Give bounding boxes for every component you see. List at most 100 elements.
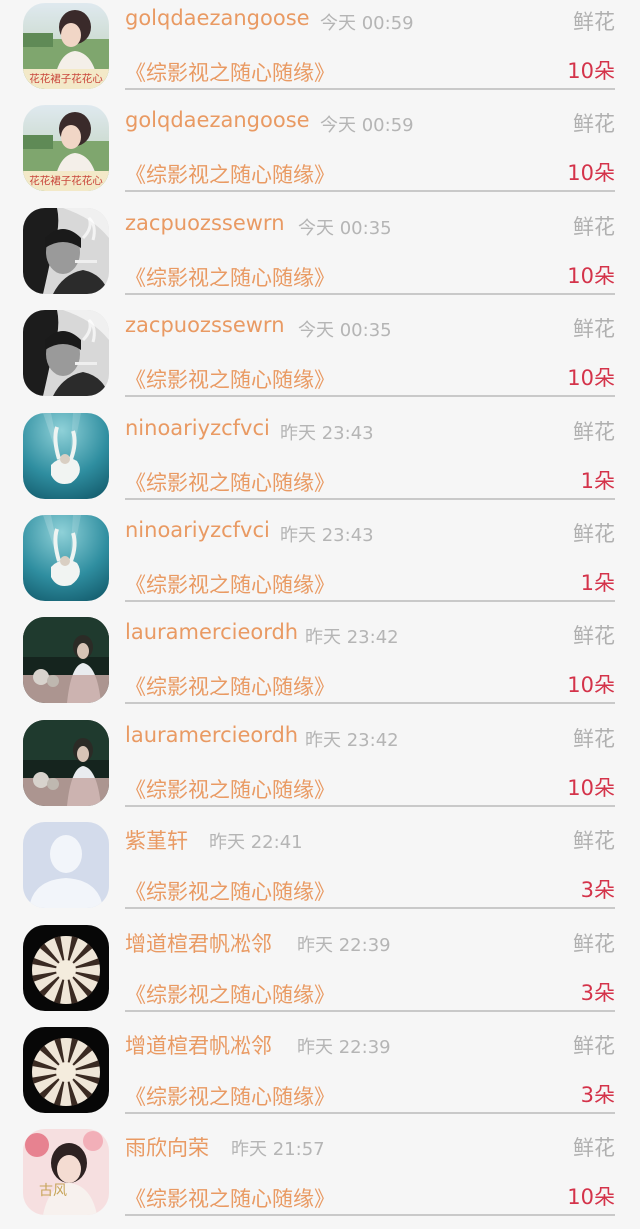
username-link[interactable]: 增道楦君帆凇邻 — [125, 928, 272, 958]
gift-record-row[interactable]: 花花裙子花花心 golqdaezangoose 今天 00:59 鲜花《综影视之随心… — [0, 0, 640, 102]
row-divider — [125, 804, 615, 807]
username-link[interactable]: zacpuozssewrn — [125, 313, 285, 337]
gift-type-label: 鲜花 — [573, 1136, 615, 1161]
gift-record-row[interactable]: 增道楦君帆凇邻 昨天 22:39 鲜花《综影视之随心随缘》 3朵 — [0, 1024, 640, 1126]
gift-record-row[interactable]: lauramercieordh 昨天 23:42 鲜花《综影视之随心随缘》 10朵 — [0, 717, 640, 819]
timestamp: 今天 00:59 — [320, 13, 414, 34]
gift-type-label: 鲜花 — [573, 214, 615, 239]
gift-type-label: 鲜花 — [573, 419, 615, 444]
gift-amount: 1朵 — [580, 570, 615, 595]
default-person-avatar[interactable] — [23, 822, 109, 909]
book-title-link[interactable]: 《综影视之随心随缘》 — [125, 57, 335, 87]
book-title-link[interactable]: 《综影视之随心随缘》 — [125, 876, 335, 906]
gift-type-label: 鲜花 — [573, 317, 615, 342]
gift-type-label: 鲜花 — [573, 112, 615, 137]
book-title-link[interactable]: 《综影视之随心随缘》 — [125, 364, 335, 394]
spiral-flower-avatar[interactable] — [23, 924, 109, 1011]
username-link[interactable]: ninoariyzcfvci — [125, 416, 270, 440]
username-link[interactable]: lauramercieordh — [125, 620, 298, 644]
gift-type-label: 鲜花 — [573, 931, 615, 956]
girl-park-avatar[interactable]: 花花裙子花花心 — [23, 3, 109, 89]
gift-record-row[interactable]: 紫堇轩 昨天 22:41 鲜花《综影视之随心随缘》 3朵 — [0, 819, 640, 921]
gift-amount: 10朵 — [567, 775, 615, 800]
gift-amount: 10朵 — [567, 366, 615, 391]
username-link[interactable]: golqdaezangoose — [125, 6, 310, 30]
timestamp: 昨天 22:41 — [209, 832, 303, 854]
svg-text:花花裙子花花心: 花花裙子花花心 — [29, 174, 103, 187]
gift-type-label: 鲜花 — [573, 829, 615, 854]
username-link[interactable]: 紫堇轩 — [125, 825, 188, 855]
gift-record-row[interactable]: zacpuozssewrn 今天 00:35 鲜花《综影视之随心随缘》 10朵 — [0, 307, 640, 409]
username-link[interactable]: 雨欣向荣 — [125, 1132, 209, 1162]
username-link[interactable]: golqdaezangoose — [125, 108, 310, 132]
timestamp: 今天 00:35 — [298, 320, 392, 342]
gift-record-row[interactable]: zacpuozssewrn 今天 00:35 鲜花《综影视之随心随缘》 10朵 — [0, 205, 640, 307]
book-title-link[interactable]: 《综影视之随心随缘》 — [125, 774, 335, 804]
row-divider — [125, 1009, 615, 1012]
smoking-man-avatar[interactable] — [23, 310, 109, 397]
gift-record-row[interactable]: ninoariyzcfvci 昨天 23:43 鲜花《综影视之随心随缘》 1朵 — [0, 512, 640, 614]
smoking-man-avatar[interactable] — [23, 207, 109, 294]
spiral-flower-avatar[interactable] — [23, 1026, 109, 1113]
gift-amount: 10朵 — [567, 1185, 615, 1210]
dark-scene-avatar[interactable] — [23, 617, 109, 704]
gift-record-row[interactable]: lauramercieordh 昨天 23:42 鲜花《综影视之随心随缘》 10朵 — [0, 614, 640, 716]
gift-type-label: 鲜花 — [573, 1033, 615, 1058]
book-title-link[interactable]: 《综影视之随心随缘》 — [125, 1081, 335, 1111]
row-divider — [125, 1214, 615, 1217]
gift-amount: 1朵 — [580, 468, 615, 493]
timestamp: 今天 00:59 — [320, 115, 414, 137]
book-title-link[interactable]: 《综影视之随心随缘》 — [125, 671, 335, 701]
timestamp: 昨天 22:39 — [297, 1036, 391, 1058]
username-link[interactable]: zacpuozssewrn — [125, 211, 285, 235]
gift-record-row[interactable]: ninoariyzcfvci 昨天 23:43 鲜花《综影视之随心随缘》 1朵 — [0, 410, 640, 512]
timestamp: 今天 00:35 — [298, 217, 392, 239]
row-divider — [125, 599, 615, 602]
girl-park-avatar[interactable]: 花花裙子花花心 — [23, 105, 109, 192]
book-title-link[interactable]: 《综影视之随心随缘》 — [125, 159, 335, 189]
book-title-link[interactable]: 《综影视之随心随缘》 — [125, 569, 335, 599]
gift-amount: 10朵 — [567, 673, 615, 698]
book-title-link[interactable]: 《综影视之随心随缘》 — [125, 467, 335, 497]
gift-amount: 10朵 — [567, 59, 615, 83]
timestamp: 昨天 22:39 — [297, 934, 391, 956]
row-divider — [125, 907, 615, 910]
gift-record-list: 花花裙子花花心 golqdaezangoose 今天 00:59 鲜花 《综影视之随心… — [0, 0, 640, 1229]
svg-text:花花裙子花花心: 花花裙子花花心 — [29, 72, 103, 85]
gift-type-label: 鲜花 — [573, 726, 615, 751]
book-title-link[interactable]: 《综影视之随心随缘》 — [125, 262, 335, 292]
gift-amount: 3朵 — [580, 878, 615, 903]
underwater-avatar[interactable] — [23, 412, 109, 499]
row-divider — [125, 702, 615, 705]
gift-record-row[interactable]: 古风 雨欣向荣 昨天 21:57 鲜花《综影视之随心随缘》 10朵 — [0, 1126, 640, 1228]
gift-record-row[interactable]: 增道楦君帆凇邻 昨天 22:39 鲜花《综影视之随心随缘》 3朵 — [0, 922, 640, 1024]
row-divider — [125, 190, 615, 193]
gift-amount: 3朵 — [580, 980, 615, 1005]
timestamp: 昨天 23:43 — [280, 524, 374, 546]
timestamp: 昨天 23:42 — [305, 729, 399, 751]
gift-amount: 10朵 — [567, 161, 615, 186]
row-divider — [125, 395, 615, 398]
gift-amount: 10朵 — [567, 263, 615, 288]
gift-record-row[interactable]: 花花裙子花花心 golqdaezangoose 今天 00:59 鲜花《综影视之随心… — [0, 102, 640, 204]
username-link[interactable]: 增道楦君帆凇邻 — [125, 1030, 272, 1060]
gift-type-label: 鲜花 — [573, 10, 615, 34]
gift-amount: 3朵 — [580, 1082, 615, 1107]
username-link[interactable]: ninoariyzcfvci — [125, 518, 270, 542]
gift-type-label: 鲜花 — [573, 624, 615, 649]
row-divider — [125, 497, 615, 500]
ancient-style-avatar[interactable]: 古风 — [23, 1129, 109, 1216]
gift-type-label: 鲜花 — [573, 521, 615, 546]
book-title-link[interactable]: 《综影视之随心随缘》 — [125, 979, 335, 1009]
row-divider — [125, 88, 615, 90]
timestamp: 昨天 23:43 — [280, 422, 374, 444]
timestamp: 昨天 21:57 — [231, 1139, 325, 1161]
row-divider — [125, 292, 615, 295]
username-link[interactable]: lauramercieordh — [125, 723, 298, 747]
dark-scene-avatar[interactable] — [23, 719, 109, 806]
timestamp: 昨天 23:42 — [305, 627, 399, 649]
svg-text:古风: 古风 — [39, 1183, 67, 1199]
book-title-link[interactable]: 《综影视之随心随缘》 — [125, 1183, 335, 1213]
row-divider — [125, 1111, 615, 1114]
underwater-avatar[interactable] — [23, 514, 109, 601]
